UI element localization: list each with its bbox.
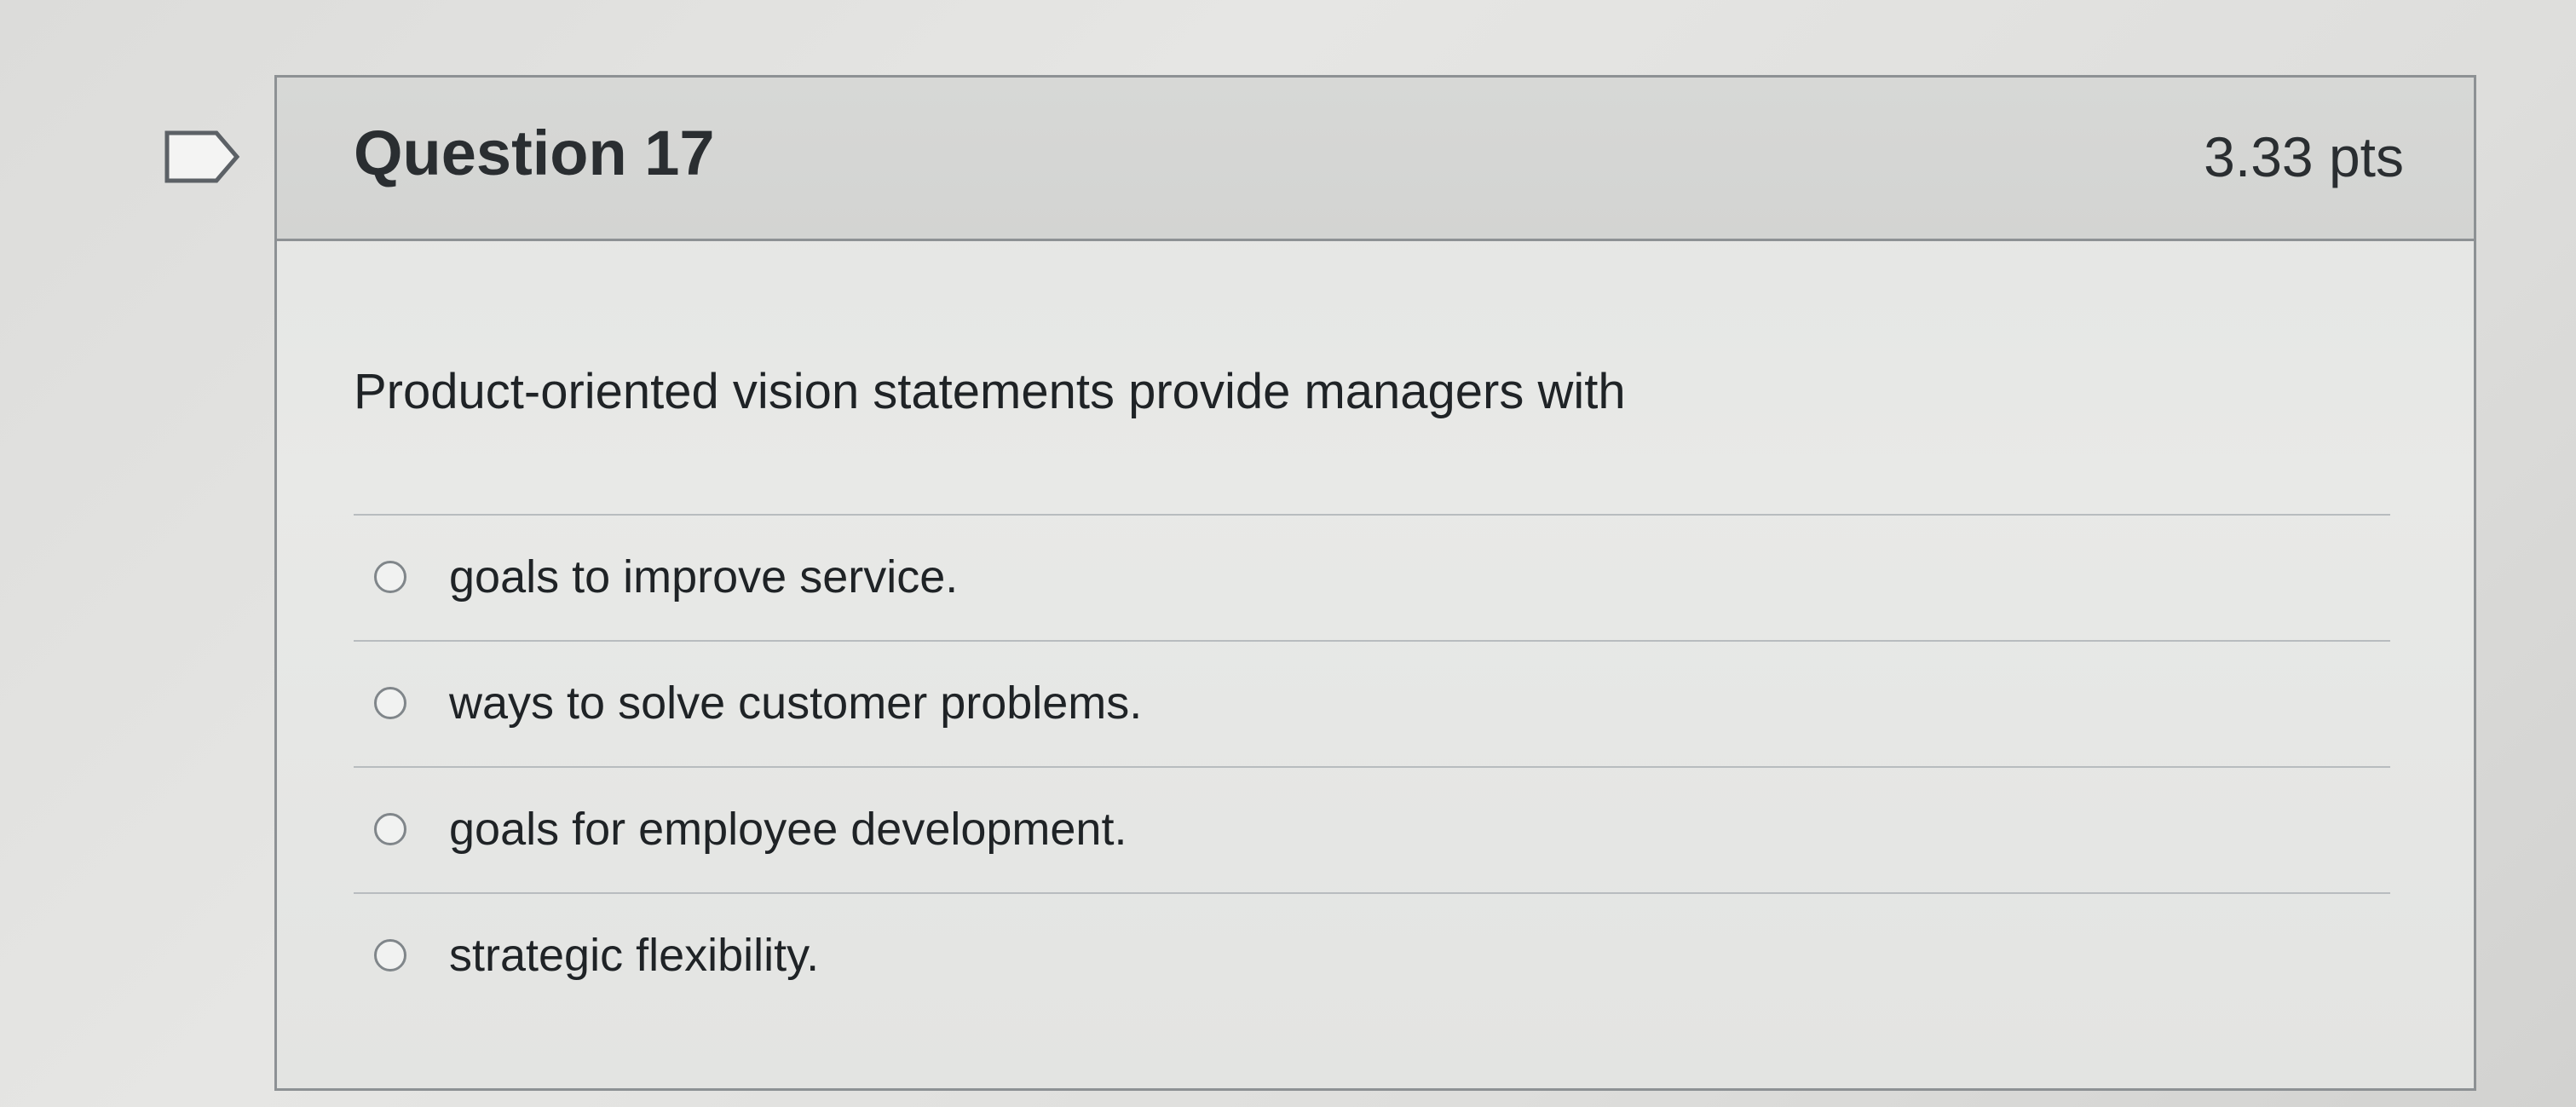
answer-option[interactable]: ways to solve customer problems. [354, 642, 2390, 768]
radio-button-icon[interactable] [374, 813, 406, 845]
answer-label[interactable]: strategic flexibility. [449, 932, 819, 978]
question-card: Question 17 3.33 pts Product-oriented vi… [274, 75, 2476, 1091]
question-header: Question 17 3.33 pts [277, 78, 2474, 241]
answer-option[interactable]: goals for employee development. [354, 768, 2390, 894]
answer-option[interactable]: goals to improve service. [354, 516, 2390, 642]
radio-button-icon[interactable] [374, 939, 406, 972]
answer-label[interactable]: goals for employee development. [449, 806, 1127, 852]
answer-list: goals to improve service. ways to solve … [354, 514, 2390, 1020]
question-text: Product-oriented vision statements provi… [354, 364, 1626, 419]
answer-label[interactable]: goals to improve service. [449, 554, 958, 600]
radio-button-icon[interactable] [374, 687, 406, 719]
radio-button-icon[interactable] [374, 561, 406, 593]
answer-option[interactable]: strategic flexibility. [354, 894, 2390, 1020]
question-title: Question 17 [354, 118, 715, 188]
answer-label[interactable]: ways to solve customer problems. [449, 680, 1142, 726]
question-points: 3.33 pts [2204, 125, 2404, 188]
flag-question-icon[interactable] [164, 130, 242, 184]
